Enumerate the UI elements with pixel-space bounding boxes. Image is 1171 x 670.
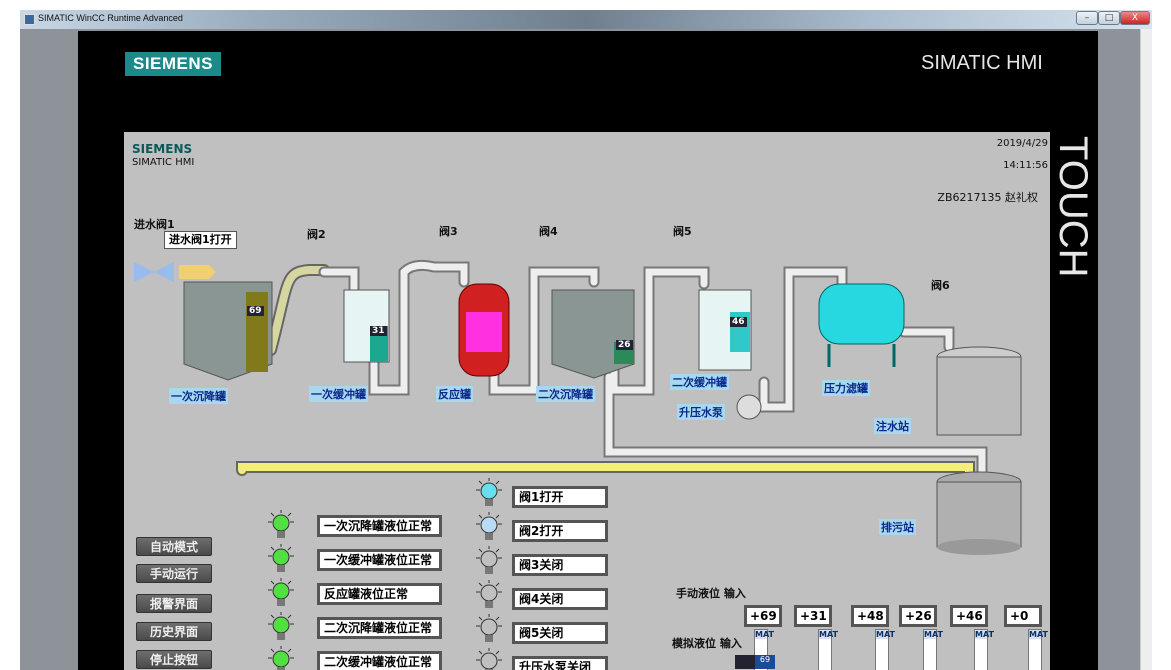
slider-value: 69: [755, 655, 775, 669]
valve-lamp-icon: [474, 546, 504, 578]
valve-5-label: 阀5: [673, 225, 692, 238]
sim-level-label: 模拟液位 输入: [672, 637, 742, 650]
valve-status-text: 阀3关闭: [512, 554, 608, 576]
scrollbar[interactable]: [1140, 29, 1152, 670]
valve-status-text: 阀1打开: [512, 486, 608, 508]
slider-header: MAT: [876, 630, 895, 639]
pump-label: 升压水泵: [677, 404, 725, 420]
level-slider[interactable]: MAT: [923, 629, 943, 670]
manual-level-input[interactable]: +48: [851, 605, 889, 627]
simatic-hmi-brand: SIMATIC HMI: [921, 52, 1043, 74]
date-display: 2019/4/29: [996, 138, 1048, 149]
tank-4: [551, 289, 635, 379]
sewage-station: [936, 471, 1022, 555]
level-lamp-icon: [266, 612, 296, 644]
tank-1-level: 69: [247, 306, 264, 316]
tank-5-level: 46: [730, 317, 747, 327]
level-status-text: 一次缓冲罐液位正常: [317, 549, 442, 571]
inject-station-label: 注水站: [874, 418, 911, 434]
valve-lamp-icon: [474, 478, 504, 510]
tank-1: [183, 281, 273, 381]
level-status-text: 二次缓冲罐液位正常: [317, 651, 442, 670]
siemens-logo: SIEMENS: [125, 52, 221, 76]
level-status-text: 反应罐液位正常: [317, 583, 442, 605]
valve-lamp-icon: [474, 648, 504, 670]
slider-header: MAT: [924, 630, 943, 639]
valve-3-label: 阀3: [439, 225, 458, 238]
valve-status-text: 升压水泵关闭: [512, 656, 608, 670]
manual-level-input[interactable]: +26: [899, 605, 937, 627]
nav-button-0[interactable]: 自动模式: [136, 537, 212, 556]
tank-5-label: 二次缓冲罐: [670, 374, 729, 390]
valve-status-text: 阀5关闭: [512, 622, 608, 644]
tank-2-label: 一次缓冲罐: [309, 386, 368, 402]
maximize-button[interactable]: □: [1098, 11, 1120, 25]
manual-level-label: 手动液位 输入: [676, 587, 746, 600]
slider-header: MAT: [819, 630, 838, 639]
pump: [736, 394, 762, 420]
inlet-valve: [134, 262, 216, 282]
slider-header: MAT: [755, 630, 774, 639]
valve-4-label: 阀4: [539, 225, 558, 238]
tank-4-level: 26: [616, 340, 633, 350]
window-title: SIMATIC WinCC Runtime Advanced: [38, 13, 183, 23]
manual-level-input[interactable]: +46: [950, 605, 988, 627]
screen-subtitle: SIMATIC HMI: [132, 157, 195, 168]
sewage-station-label: 排污站: [879, 519, 916, 535]
manual-level-input[interactable]: +69: [744, 605, 782, 627]
user-display: ZB6217135 赵礼权: [937, 191, 1038, 204]
slider-knob[interactable]: [735, 655, 755, 669]
level-slider[interactable]: MAT: [875, 629, 895, 670]
close-button[interactable]: X: [1120, 11, 1150, 25]
level-status-text: 二次沉降罐液位正常: [317, 617, 442, 639]
tank-4-label: 二次沉降罐: [536, 386, 595, 402]
nav-button-1[interactable]: 手动运行: [136, 564, 212, 583]
level-status-text: 一次沉降罐液位正常: [317, 515, 442, 537]
title-bar: SIMATIC WinCC Runtime Advanced – □ X: [20, 10, 1152, 29]
minimize-button[interactable]: –: [1076, 11, 1098, 25]
valve-1-status: 进水阀1打开: [164, 231, 237, 249]
valve-lamp-icon: [474, 614, 504, 646]
valve-status-text: 阀4关闭: [512, 588, 608, 610]
touch-label: TOUCH: [1051, 136, 1095, 278]
hmi-screen: SIEMENS SIMATIC HMI 2019/4/29 14:11:56 Z…: [124, 132, 1050, 670]
valve-6-label: 阀6: [931, 279, 950, 292]
reactor-label: 反应罐: [436, 386, 473, 402]
nav-button-4[interactable]: 停止按钮: [136, 650, 212, 669]
nav-button-3[interactable]: 历史界面: [136, 622, 212, 641]
valve-lamp-icon: [474, 512, 504, 544]
valve-status-text: 阀2打开: [512, 520, 608, 542]
screen-logo: SIEMENS: [132, 142, 193, 156]
tank-5: [698, 289, 752, 371]
level-lamp-icon: [266, 544, 296, 576]
level-slider[interactable]: MAT: [818, 629, 838, 670]
level-lamp-icon: [266, 646, 296, 670]
pressure-filter: [818, 283, 905, 367]
valve-lamp-icon: [474, 580, 504, 612]
time-display: 14:11:56: [1003, 160, 1048, 171]
manual-level-input[interactable]: +31: [794, 605, 832, 627]
level-slider[interactable]: MAT: [974, 629, 994, 670]
valve-1-label: 进水阀1: [134, 218, 175, 231]
reactor: [458, 283, 510, 377]
level-slider[interactable]: MAT: [1028, 629, 1048, 670]
nav-button-2[interactable]: 报警界面: [136, 594, 212, 613]
valve-2-label: 阀2: [307, 228, 326, 241]
tank-1-label: 一次沉降罐: [169, 388, 228, 404]
filter-label: 压力滤罐: [822, 380, 870, 396]
slider-header: MAT: [1029, 630, 1048, 639]
slider-header: MAT: [975, 630, 994, 639]
level-lamp-icon: [266, 578, 296, 610]
manual-level-input[interactable]: +0: [1004, 605, 1042, 627]
level-lamp-icon: [266, 510, 296, 542]
inject-station: [936, 346, 1022, 436]
app-icon: [24, 14, 35, 25]
tank-2-level: 31: [370, 326, 387, 336]
